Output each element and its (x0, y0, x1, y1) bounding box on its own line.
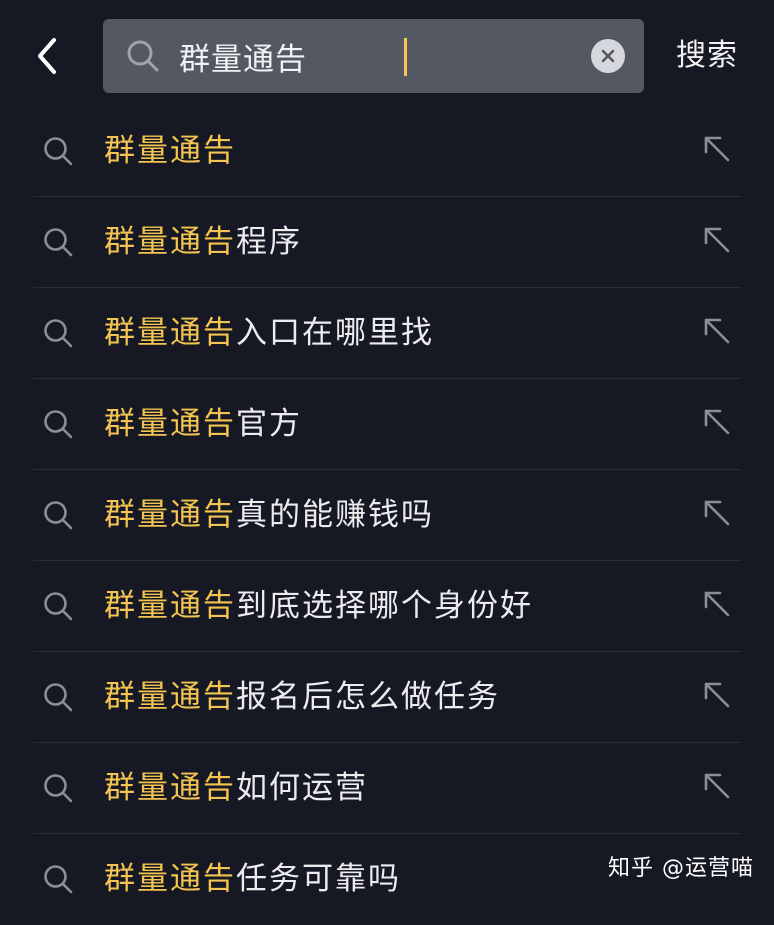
search-input[interactable] (179, 31, 579, 81)
suggestion-match: 群量通告 (104, 315, 236, 351)
clear-button[interactable] (591, 39, 625, 73)
search-icon (44, 683, 73, 712)
chevron-left-icon (38, 38, 56, 74)
suggestion-match: 群量通告 (104, 133, 236, 169)
suggestion-rest: 报名后怎么做任务 (236, 679, 500, 715)
suggestion-match: 群量通告 (104, 497, 236, 533)
search-icon (44, 319, 73, 348)
arrow-up-left-icon[interactable] (702, 680, 732, 710)
arrow-up-left-icon[interactable] (702, 225, 732, 255)
search-icon (44, 410, 73, 439)
suggestion-match: 群量通告 (104, 861, 236, 897)
suggestion-match: 群量通告 (104, 406, 236, 442)
search-box[interactable] (103, 19, 644, 93)
back-button[interactable] (24, 30, 70, 82)
suggestion-match: 群量通告 (104, 588, 236, 624)
suggestion-rest: 真的能赚钱吗 (236, 497, 434, 533)
arrow-up-left-icon[interactable] (702, 407, 732, 437)
clear-circle-icon (601, 49, 615, 63)
text-caret (404, 38, 407, 76)
suggestion-text: 群量通告入口在哪里找 (104, 308, 434, 358)
arrow-up-left-icon[interactable] (702, 771, 732, 801)
search-icon (44, 774, 73, 803)
suggestion-item[interactable]: 群量通告入口在哪里找 (0, 288, 774, 379)
suggestion-item[interactable]: 群量通告如何运营 (0, 743, 774, 834)
search-icon (44, 137, 73, 166)
suggestion-match: 群量通告 (104, 770, 236, 806)
arrow-up-left-icon[interactable] (702, 316, 732, 346)
search-icon (44, 592, 73, 621)
suggestion-list: 群量通告 群量通告程序 群量通告入口在哪里找 群量通告官方 群量通告真的能赚钱吗… (0, 106, 774, 925)
search-icon (127, 40, 159, 72)
watermark: 知乎 @运营喵 (608, 856, 754, 881)
suggestion-item[interactable]: 群量通告报名后怎么做任务 (0, 652, 774, 743)
suggestion-match: 群量通告 (104, 224, 236, 260)
suggestion-text: 群量通告如何运营 (104, 763, 368, 813)
suggestion-item[interactable]: 群量通告 (0, 106, 774, 197)
suggestion-rest: 程序 (236, 224, 302, 260)
suggestion-match: 群量通告 (104, 679, 236, 715)
suggestion-rest: 官方 (236, 406, 302, 442)
suggestion-item[interactable]: 群量通告到底选择哪个身份好 (0, 561, 774, 652)
suggestion-rest: 任务可靠吗 (236, 861, 401, 897)
suggestion-text: 群量通告真的能赚钱吗 (104, 490, 434, 540)
suggestion-text: 群量通告程序 (104, 217, 302, 267)
search-icon (44, 865, 73, 894)
suggestion-item[interactable]: 群量通告官方 (0, 379, 774, 470)
search-button[interactable]: 搜索 (676, 32, 738, 80)
suggestion-text: 群量通告报名后怎么做任务 (104, 672, 500, 722)
suggestion-text: 群量通告到底选择哪个身份好 (104, 581, 533, 631)
suggestion-item[interactable]: 群量通告真的能赚钱吗 (0, 470, 774, 561)
suggestion-rest: 入口在哪里找 (236, 315, 434, 351)
suggestion-item[interactable]: 群量通告程序 (0, 197, 774, 288)
search-icon (44, 501, 73, 530)
suggestion-text: 群量通告任务可靠吗 (104, 854, 401, 904)
arrow-up-left-icon[interactable] (702, 589, 732, 619)
search-icon (44, 228, 73, 257)
suggestion-rest: 如何运营 (236, 770, 368, 806)
arrow-up-left-icon[interactable] (702, 134, 732, 164)
suggestion-text: 群量通告 (104, 126, 236, 176)
suggestion-rest: 到底选择哪个身份好 (236, 588, 533, 624)
search-header: 搜索 (0, 0, 774, 110)
arrow-up-left-icon[interactable] (702, 498, 732, 528)
suggestion-text: 群量通告官方 (104, 399, 302, 449)
